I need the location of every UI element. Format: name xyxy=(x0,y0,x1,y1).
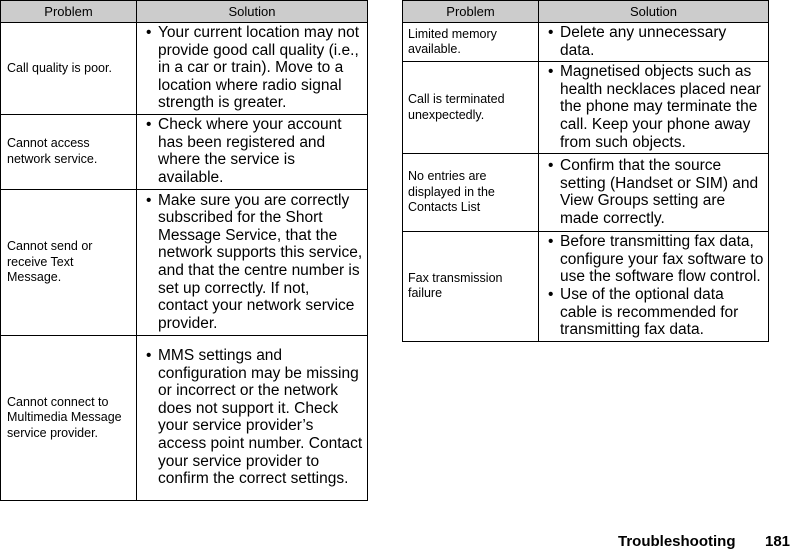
bullet-icon: • xyxy=(548,233,554,251)
table-row: Cannot send or receive Text Message. • Ma… xyxy=(0,188,368,336)
solution-text: Check where your account has been regist… xyxy=(158,116,342,187)
solution-text: Make sure you are correctly subscribed f… xyxy=(158,191,363,332)
header-problem: Problem xyxy=(0,0,137,23)
troubleshooting-table-right: Problem Solution Limited memory availabl… xyxy=(402,0,769,342)
solution-item: • Confirm that the source setting (Handse… xyxy=(543,157,764,227)
table-row: No entries are displayed in the Contacts… xyxy=(402,153,769,233)
bullet-icon: • xyxy=(548,156,554,174)
solution-cell: • Your current location may not provide g… xyxy=(136,22,368,115)
problem-cell: Cannot connect to Multimedia Message ser… xyxy=(0,334,137,501)
problem-cell: Cannot send or receive Text Message. xyxy=(0,188,137,336)
header-solution: Solution xyxy=(136,0,368,23)
solution-cell: • Before transmitting fax data, configure… xyxy=(538,231,769,342)
solution-item: • Make sure you are correctly subscribed … xyxy=(141,192,363,333)
problem-cell: Fax transmission failure xyxy=(402,231,539,342)
solution-text: Before transmitting fax data, configure … xyxy=(560,233,764,286)
header-solution: Solution xyxy=(538,0,769,23)
header-row: Problem Solution xyxy=(402,0,769,23)
solution-text: Your current location may not provide go… xyxy=(158,24,360,112)
table-row: Cannot access network service. • Check wh… xyxy=(0,113,368,190)
bullet-icon: • xyxy=(548,285,554,303)
problem-cell: No entries are displayed in the Contacts… xyxy=(402,153,539,233)
problem-cell: Limited memory available. xyxy=(402,21,539,63)
bullet-icon: • xyxy=(146,191,152,209)
solution-text: Use of the optional data cable is recomm… xyxy=(560,285,739,339)
solution-item: • MMS settings and configuration may be m… xyxy=(141,347,363,488)
solution-text: MMS settings and configuration may be mi… xyxy=(158,347,363,488)
solution-cell: • MMS settings and configuration may be m… xyxy=(136,334,368,501)
solution-text: Magnetised objects such as health neckla… xyxy=(560,63,761,151)
solution-cell: • Delete any unnecessary data. xyxy=(538,21,769,63)
table-row: Cannot connect to Multimedia Message ser… xyxy=(0,334,368,501)
solution-item: • Use of the optional data cable is recom… xyxy=(543,286,764,339)
solution-cell: • Magnetised objects such as health neckl… xyxy=(538,61,769,155)
problem-cell: Call quality is poor. xyxy=(0,22,137,115)
solution-item: • Before transmitting fax data, configure… xyxy=(543,233,764,286)
page-number: 181 xyxy=(765,533,790,550)
footer-section-title: Troubleshooting xyxy=(618,533,736,550)
solution-text: Confirm that the source setting (Handset… xyxy=(560,156,759,227)
table-row: Call is terminated unexpectedly. • Magnet… xyxy=(402,61,769,155)
problem-cell: Call is terminated unexpectedly. xyxy=(402,61,539,155)
table-row: Fax transmission failure • Before transmi… xyxy=(402,231,769,342)
solution-cell: • Check where your account has been regis… xyxy=(136,113,368,190)
header-row: Problem Solution xyxy=(0,0,368,23)
table-row: Call quality is poor. • Your current loca… xyxy=(0,22,368,115)
bullet-icon: • xyxy=(548,24,554,41)
bullet-icon: • xyxy=(146,347,152,365)
table-row: Limited memory available. • Delete any un… xyxy=(402,21,769,63)
solution-cell: • Confirm that the source setting (Handse… xyxy=(538,153,769,233)
solution-item: • Magnetised objects such as health neckl… xyxy=(543,63,764,151)
bullet-icon: • xyxy=(146,24,152,41)
solution-item: • Your current location may not provide g… xyxy=(141,24,363,112)
troubleshooting-table-left: Problem Solution Call quality is poor. •… xyxy=(0,0,368,501)
solution-item: • Delete any unnecessary data. xyxy=(543,24,764,59)
bullet-icon: • xyxy=(146,116,152,134)
problem-cell: Cannot access network service. xyxy=(0,113,137,190)
solution-cell: • Make sure you are correctly subscribed … xyxy=(136,188,368,336)
header-problem: Problem xyxy=(402,0,539,23)
solution-item: • Check where your account has been regis… xyxy=(141,116,363,186)
solution-text: Delete any unnecessary data. xyxy=(560,24,727,59)
bullet-icon: • xyxy=(548,63,554,81)
